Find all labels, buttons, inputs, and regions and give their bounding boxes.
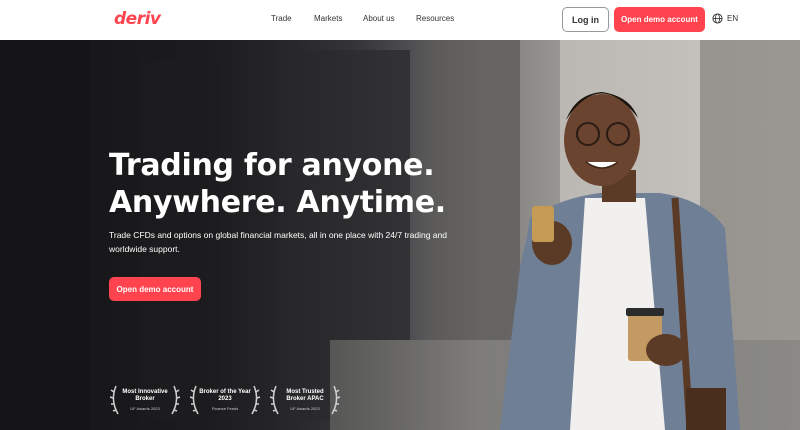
- open-demo-account-button[interactable]: Open demo account: [614, 7, 705, 32]
- laurel-icon: [189, 385, 261, 415]
- language-label: EN: [727, 14, 739, 23]
- nav-item-resources[interactable]: Resources: [416, 14, 454, 23]
- nav-item-about-us[interactable]: About us: [363, 14, 395, 23]
- man-with-phone-image: [500, 92, 740, 430]
- hero-headline: Trading for anyone. Anywhere. Anytime.: [109, 147, 446, 221]
- nav-item-trade[interactable]: Trade: [271, 14, 292, 23]
- language-selector[interactable]: EN: [712, 13, 738, 24]
- hero-headline-line2: Anywhere. Anytime.: [109, 185, 446, 220]
- deriv-logo[interactable]: deriv: [114, 9, 161, 29]
- laurel-icon: [109, 385, 181, 415]
- award-badge: Broker of the Year 2023 Finance Feeds: [188, 380, 262, 420]
- award-badge: Most Innovative Broker UF Awards 2023: [108, 380, 182, 420]
- top-navigation-bar: deriv Trade Markets About us Resources L…: [0, 0, 800, 40]
- awards-row: Most Innovative Broker UF Awards 2023 Br…: [108, 380, 348, 420]
- award-badge: Most Trusted Broker APAC UF Awards 2023: [268, 380, 342, 420]
- hero-section: Trading for anyone. Anywhere. Anytime. T…: [0, 40, 800, 430]
- hero-subtext: Trade CFDs and options on global financi…: [109, 230, 447, 254]
- hero-open-demo-account-button[interactable]: Open demo account: [109, 277, 201, 301]
- hero-headline-line1: Trading for anyone.: [109, 148, 435, 183]
- nav-item-markets[interactable]: Markets: [314, 14, 342, 23]
- laurel-icon: [269, 385, 341, 415]
- login-button[interactable]: Log in: [562, 7, 609, 32]
- globe-icon: [712, 13, 723, 24]
